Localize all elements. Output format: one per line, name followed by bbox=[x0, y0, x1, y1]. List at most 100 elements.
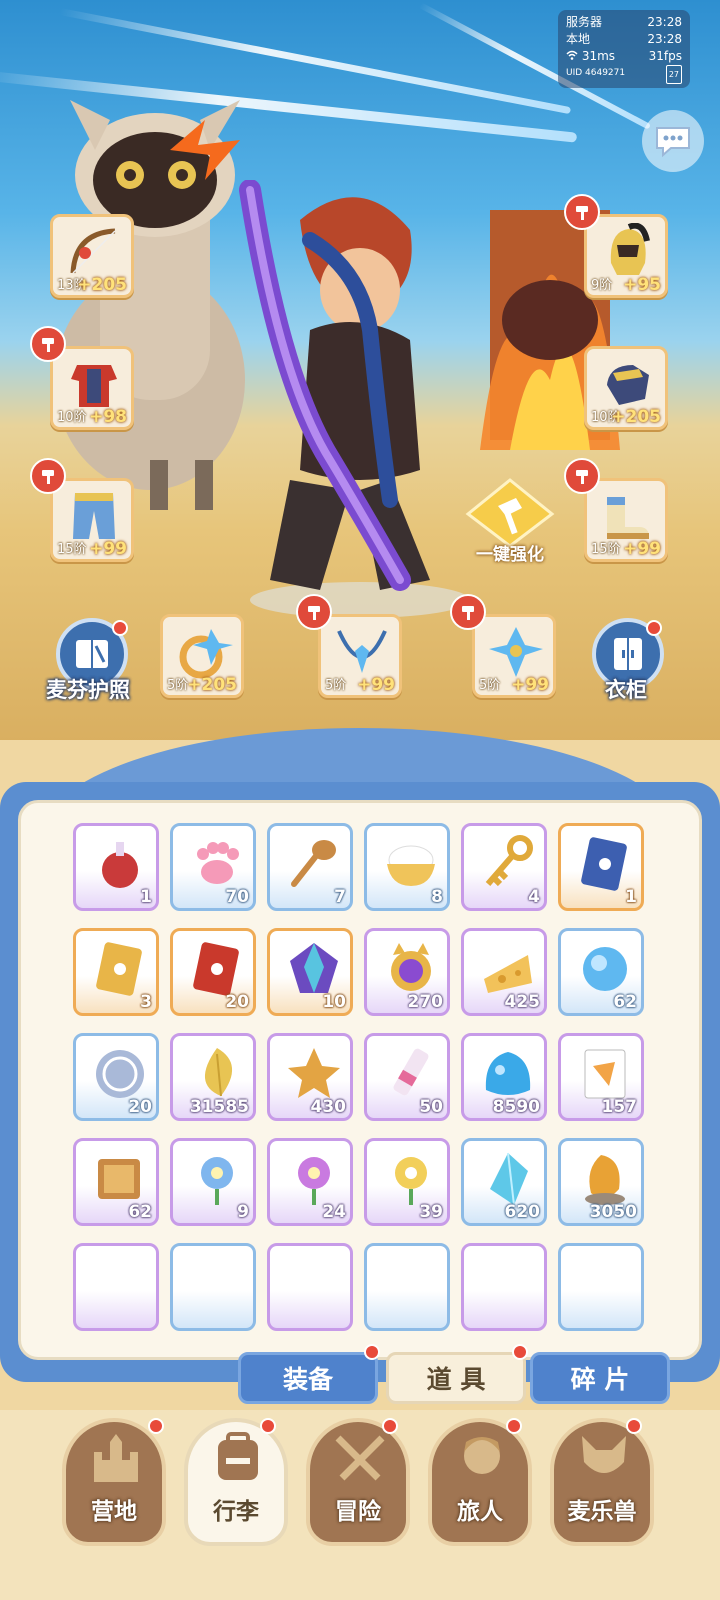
tab-fragments[interactable]: 碎 片 bbox=[530, 1352, 670, 1404]
inventory-item-partial[interactable] bbox=[267, 1243, 353, 1331]
inventory-item[interactable]: 3 bbox=[73, 928, 159, 1016]
armor-icon bbox=[71, 365, 117, 407]
item-count: 62 bbox=[613, 992, 637, 1012]
inventory-item-partial[interactable] bbox=[364, 1243, 450, 1331]
gauntlet-icon bbox=[607, 365, 649, 405]
equip-slot-necklace[interactable]: 5阶 +99 bbox=[318, 614, 402, 698]
inventory-item[interactable]: 430 bbox=[267, 1033, 353, 1121]
item-count: 3 bbox=[140, 992, 152, 1012]
inventory-item-partial[interactable] bbox=[558, 1243, 644, 1331]
slot-level: 15阶 bbox=[57, 542, 87, 557]
item-count: 270 bbox=[407, 992, 444, 1012]
inventory-item[interactable]: 50 bbox=[364, 1033, 450, 1121]
nav-luggage[interactable]: 行李 bbox=[184, 1418, 288, 1546]
one-key-enhance-button[interactable]: 一键强化 bbox=[462, 478, 558, 568]
gold-card-icon bbox=[96, 942, 142, 996]
slot-level: 15阶 bbox=[591, 542, 621, 557]
item-count: 24 bbox=[322, 1202, 346, 1222]
potion-icon bbox=[102, 842, 138, 888]
chat-bubble-icon bbox=[656, 127, 690, 158]
inventory-item[interactable]: 3050 bbox=[558, 1138, 644, 1226]
key-icon bbox=[485, 835, 533, 887]
nav-traveler[interactable]: 旅人 bbox=[428, 1418, 532, 1546]
slot-bonus: +99 bbox=[511, 675, 549, 695]
inventory-item[interactable]: 39 bbox=[364, 1138, 450, 1226]
inventory-item[interactable]: 10 bbox=[267, 928, 353, 1016]
inventory-item[interactable]: 70 bbox=[170, 823, 256, 911]
nav-pet-label: 麦乐兽 bbox=[567, 1499, 637, 1525]
item-count: 157 bbox=[601, 1097, 638, 1117]
inventory-item[interactable]: 7 bbox=[267, 823, 353, 911]
equip-slot-boots[interactable]: 15阶 +99 bbox=[584, 478, 668, 562]
inventory-item[interactable]: 270 bbox=[364, 928, 450, 1016]
slot-bonus: +98 bbox=[89, 407, 127, 427]
enhance-hammer-badge bbox=[564, 194, 600, 230]
inventory-item[interactable]: 1 bbox=[558, 823, 644, 911]
equip-slot-pants[interactable]: 15阶 +99 bbox=[50, 478, 134, 562]
equip-slot-chest[interactable]: 10阶 +98 bbox=[50, 346, 134, 430]
slot-bonus: +95 bbox=[623, 275, 661, 295]
hammer-icon bbox=[462, 606, 474, 620]
notification-dot bbox=[364, 1344, 380, 1360]
inventory-item[interactable]: 4 bbox=[461, 823, 547, 911]
inventory-item[interactable]: 620 bbox=[461, 1138, 547, 1226]
tab-equipment[interactable]: 装备 bbox=[238, 1352, 378, 1404]
item-count: 3050 bbox=[589, 1202, 637, 1222]
inventory-item[interactable]: 157 bbox=[558, 1033, 644, 1121]
boots-icon bbox=[607, 497, 649, 539]
inventory-item-partial[interactable] bbox=[73, 1243, 159, 1331]
pet-face-icon bbox=[582, 1436, 626, 1473]
equip-slot-helmet[interactable]: 9阶 +95 bbox=[584, 214, 668, 298]
inventory-item[interactable]: 20 bbox=[170, 928, 256, 1016]
notification-dot bbox=[646, 620, 662, 636]
blue-card-icon bbox=[581, 837, 627, 891]
purple-flower-icon bbox=[298, 1157, 330, 1205]
inventory-item[interactable]: 8 bbox=[364, 823, 450, 911]
inventory-item-partial[interactable] bbox=[170, 1243, 256, 1331]
local-time: 23:28 bbox=[647, 32, 682, 46]
red-card-icon bbox=[193, 942, 239, 996]
equip-slot-gloves[interactable]: 10阶 +205 bbox=[584, 346, 668, 430]
book-icon bbox=[98, 1159, 140, 1199]
inventory-item[interactable]: 62 bbox=[558, 928, 644, 1016]
inventory-panel[interactable]: 1 70 7 8 4 1 3 20 10 270 425 62 20 31585 430 50 8590 157 6… bbox=[18, 800, 702, 1360]
blue-orb-icon bbox=[583, 947, 627, 991]
cat-orb-icon bbox=[391, 943, 431, 991]
crossed-swords-icon bbox=[335, 1435, 385, 1481]
wardrobe-icon bbox=[614, 638, 642, 670]
nav-pet[interactable]: 麦乐兽 bbox=[550, 1418, 654, 1546]
equip-slot-charm[interactable]: 5阶 +99 bbox=[472, 614, 556, 698]
slot-level: 5阶 bbox=[167, 678, 189, 693]
inventory-item[interactable]: 31585 bbox=[170, 1033, 256, 1121]
fire-spark bbox=[170, 120, 240, 180]
inventory-item[interactable]: 20 bbox=[73, 1033, 159, 1121]
notification-dot bbox=[148, 1418, 164, 1434]
tab-props[interactable]: 道 具 bbox=[386, 1352, 526, 1404]
inventory-item[interactable]: 24 bbox=[267, 1138, 353, 1226]
status-hud: 服务器 23:28 本地 23:28 31ms 31fps UID 4649271 … bbox=[558, 10, 690, 88]
one-key-enhance-label: 一键强化 bbox=[476, 545, 544, 565]
nav-adventure[interactable]: 冒险 bbox=[306, 1418, 410, 1546]
inventory-item[interactable]: 62 bbox=[73, 1138, 159, 1226]
slot-bonus: +99 bbox=[357, 675, 395, 695]
inventory-item[interactable]: 425 bbox=[461, 928, 547, 1016]
inventory-item[interactable]: 1 bbox=[73, 823, 159, 911]
inventory-item[interactable]: 9 bbox=[170, 1138, 256, 1226]
hammer-icon bbox=[308, 606, 320, 620]
inventory-item[interactable]: 8590 bbox=[461, 1033, 547, 1121]
chat-button[interactable] bbox=[642, 110, 704, 172]
equip-slot-weapon[interactable]: 13阶 +205 bbox=[50, 214, 134, 298]
spoon-icon bbox=[291, 840, 336, 887]
notification-dot bbox=[260, 1418, 276, 1434]
enhance-hammer-badge bbox=[564, 458, 600, 494]
battery-indicator: 27 bbox=[665, 65, 682, 84]
nav-traveler-label: 旅人 bbox=[457, 1499, 503, 1525]
coin-icon bbox=[96, 1050, 144, 1098]
equip-slot-ring[interactable]: 5阶 +205 bbox=[160, 614, 244, 698]
nav-camp[interactable]: 营地 bbox=[62, 1418, 166, 1546]
enhance-hammer-badge bbox=[450, 594, 486, 630]
uid-label: UID 4649271 bbox=[566, 68, 626, 78]
item-count: 70 bbox=[225, 887, 249, 907]
inventory-item-partial[interactable] bbox=[461, 1243, 547, 1331]
notification-dot bbox=[382, 1418, 398, 1434]
